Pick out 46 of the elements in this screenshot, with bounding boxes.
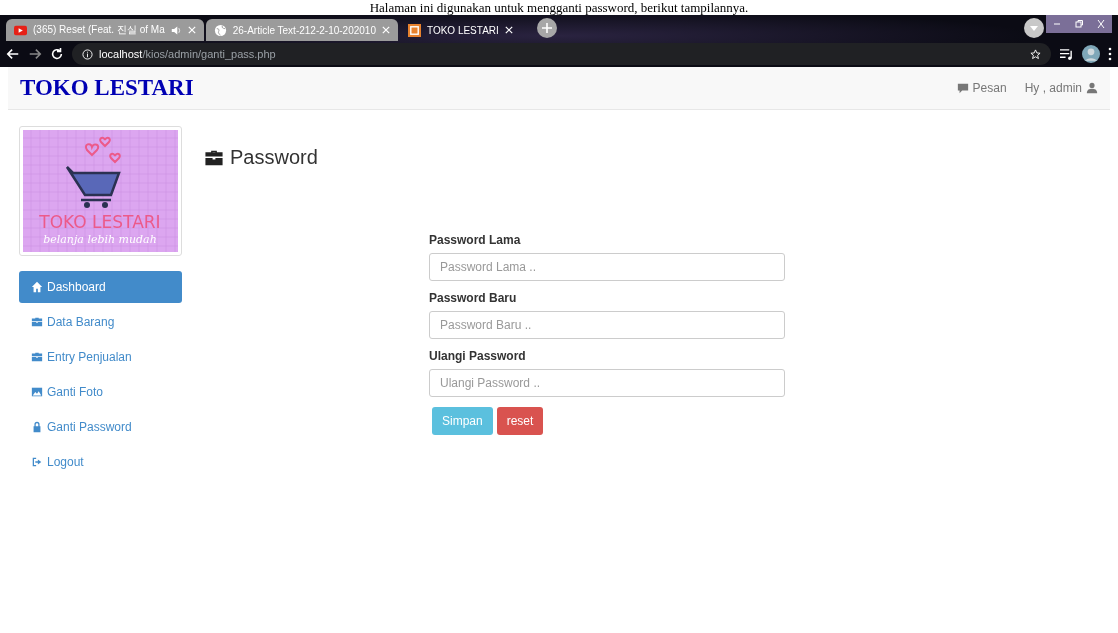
- sidebar-item[interactable]: Dashboard: [19, 271, 182, 303]
- app-icon: [407, 23, 421, 37]
- field-label: Ulangi Password: [429, 349, 527, 363]
- forward-icon[interactable]: [28, 47, 42, 61]
- new-tab-button[interactable]: [536, 18, 557, 38]
- field-label: Password Baru: [429, 291, 518, 305]
- brand-title[interactable]: TOKO LESTARI: [20, 75, 194, 101]
- reload-icon[interactable]: [50, 47, 64, 61]
- user-icon: [1086, 82, 1098, 94]
- video-icon: [14, 23, 27, 37]
- password-field[interactable]: Password Lama ..: [429, 253, 785, 281]
- caption-text: Halaman ini digunakan untuk mengganti password, berikut tampilannya.: [368, 0, 750, 15]
- globe-icon: [213, 23, 227, 37]
- back-icon[interactable]: [6, 47, 20, 61]
- password-field[interactable]: Password Baru ..: [429, 311, 785, 339]
- info-icon[interactable]: [82, 48, 93, 60]
- sidebar-item[interactable]: Ganti Foto: [19, 376, 182, 408]
- field-label: Password Lama: [429, 233, 522, 247]
- browser-tab[interactable]: TOKO LESTARI: [399, 19, 521, 41]
- nav-link[interactable]: Pesan: [956, 81, 1007, 95]
- close-icon[interactable]: [504, 26, 513, 34]
- avatar-icon[interactable]: [1082, 45, 1100, 63]
- briefcase-icon: [31, 351, 43, 363]
- save-button[interactable]: Simpan: [432, 407, 493, 435]
- nav-link[interactable]: Hy , admin: [1024, 81, 1098, 95]
- home-icon: [31, 281, 43, 293]
- logo-drawing: TOKO LESTARI belanja lebih mudah: [23, 130, 178, 252]
- restore-icon[interactable]: [1074, 19, 1084, 29]
- briefcase-icon: [31, 316, 43, 328]
- url-text: localhost/kios/admin/ganti_pass.php: [99, 48, 276, 60]
- comment-icon: [956, 82, 969, 94]
- sidebar-item[interactable]: Ganti Password: [19, 411, 182, 443]
- reset-button[interactable]: reset: [496, 407, 544, 435]
- profile-menu-icon[interactable]: [1024, 18, 1044, 38]
- password-field[interactable]: Ulangi Password ..: [429, 369, 785, 397]
- picture-icon: [31, 386, 43, 398]
- sidebar-item[interactable]: Data Barang: [19, 306, 182, 338]
- sidebar-item[interactable]: Entry Penjualan: [19, 341, 182, 373]
- more-menu-icon[interactable]: [1108, 47, 1112, 61]
- playlist-icon[interactable]: [1059, 47, 1074, 61]
- page-heading: Password: [230, 146, 318, 169]
- sidebar-item[interactable]: Logout: [19, 446, 182, 478]
- star-icon[interactable]: [1030, 48, 1041, 60]
- lock-icon: [31, 421, 43, 433]
- logout-icon: [31, 456, 43, 468]
- address-bar[interactable]: localhost/kios/admin/ganti_pass.php: [72, 43, 1051, 65]
